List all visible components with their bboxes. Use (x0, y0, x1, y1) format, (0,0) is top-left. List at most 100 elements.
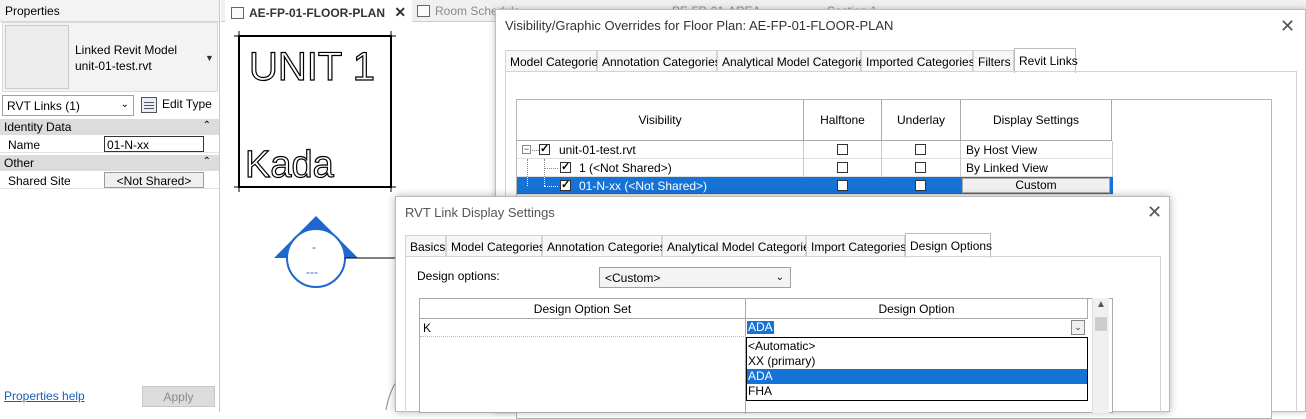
column-underlay[interactable]: Underlay (882, 100, 961, 141)
display-cell[interactable]: By Host View (961, 141, 1113, 159)
design-option-item[interactable]: FHA (747, 384, 1087, 399)
design-option-set-cell: K (420, 319, 746, 337)
vg-tab-strip: Model Categories Annotation Categories A… (505, 48, 1297, 73)
dialog-title: Visibility/Graphic Overrides for Floor P… (505, 18, 894, 33)
halftone-cell (804, 141, 882, 159)
design-option-item-selected[interactable]: ADA (747, 369, 1087, 384)
tree-line (544, 177, 545, 186)
tab-model-categories[interactable]: Model Categories (446, 235, 545, 257)
link-instance-name: 01-N-xx (<Not Shared>) (579, 179, 708, 193)
display-settings-custom-button[interactable]: Custom (962, 178, 1110, 193)
schedule-icon (417, 5, 430, 17)
edit-type-icon (141, 97, 157, 113)
property-label: Name (8, 138, 41, 152)
unit-label: UNIT 1 (249, 45, 375, 89)
marker-bottom-text: --- (306, 265, 318, 279)
tab-import-categories[interactable]: Import Categories (806, 235, 906, 257)
collapse-icon[interactable]: ⌃ (203, 156, 211, 167)
rvt-link-display-settings-dialog: RVT Link Display Settings ✕ Basics Model… (395, 196, 1170, 414)
empty-grid-area (420, 337, 746, 414)
tab-design-options[interactable]: Design Options (905, 233, 992, 258)
chevron-down-icon[interactable]: ⌄ (1071, 320, 1085, 335)
properties-palette: Properties Linked Revit Model unit-01-te… (0, 0, 220, 412)
tab-analytical-model-categories[interactable]: Analytical Model Categories (662, 235, 816, 257)
type-family-name: Linked Revit Model (75, 43, 178, 57)
name-field[interactable]: 01-N-xx (104, 136, 204, 152)
apply-button[interactable]: Apply (142, 386, 215, 407)
group-label: Identity Data (4, 120, 72, 134)
halftone-checkbox[interactable] (837, 180, 848, 191)
instance-filter-value: RVT Links (1) (7, 99, 80, 113)
underlay-cell (882, 141, 961, 159)
close-icon[interactable]: ✕ (394, 4, 406, 20)
underlay-checkbox[interactable] (915, 162, 926, 173)
group-label: Other (4, 156, 35, 170)
column-design-option[interactable]: Design Option (746, 299, 1088, 319)
design-option-list: <Automatic> XX (primary) ADA FHA (746, 337, 1088, 401)
properties-title: Properties (0, 0, 219, 22)
display-setting-value: By Linked View (966, 161, 1048, 175)
link-row[interactable]: − unit-01-test.rvt By Host View (517, 141, 1113, 159)
column-visibility[interactable]: Visibility (517, 100, 804, 141)
scroll-thumb[interactable] (1095, 317, 1107, 331)
design-options-value: <Custom> (605, 271, 661, 285)
scroll-up-icon[interactable]: ▲ (1096, 299, 1106, 310)
type-selector[interactable]: Linked Revit Model unit-01-test.rvt ▼ (2, 22, 218, 92)
shared-site-button[interactable]: <Not Shared> (104, 172, 204, 188)
tab-revit-links[interactable]: Revit Links (1014, 48, 1078, 73)
cell-divider (517, 141, 804, 159)
design-option-set-name: K (423, 321, 432, 335)
property-label: Shared Site (8, 174, 71, 188)
group-other[interactable]: Other ⌃ (0, 155, 219, 171)
design-option-dropdown[interactable]: ADA ⌄ (746, 319, 1088, 337)
tab-model-categories[interactable]: Model Categories (505, 50, 604, 72)
dropdown-arrow-icon[interactable]: ▼ (205, 53, 214, 63)
display-cell[interactable]: By Linked View (961, 159, 1113, 177)
underlay-checkbox[interactable] (915, 144, 926, 155)
grid-scrollbar[interactable]: ▲ (1092, 298, 1109, 413)
instance-filter-select[interactable]: RVT Links (1) ⌄ (2, 95, 134, 116)
tab-floor-plan[interactable]: AE-FP-01-FLOOR-PLAN ✕ (225, 0, 413, 22)
type-thumbnail (5, 25, 69, 89)
marker-top-text: - (312, 240, 316, 254)
column-display-settings[interactable]: Display Settings (961, 100, 1112, 141)
group-identity-data[interactable]: Identity Data ⌃ (0, 119, 219, 135)
tab-annotation-categories[interactable]: Annotation Categories (597, 50, 721, 72)
collapse-icon[interactable]: ⌃ (203, 120, 211, 131)
underlay-cell (882, 159, 961, 177)
design-option-value: ADA (747, 320, 774, 334)
underlay-cell (882, 177, 961, 195)
property-row-shared-site: Shared Site <Not Shared> (0, 172, 219, 189)
chevron-down-icon: ⌄ (775, 272, 784, 283)
underlay-checkbox[interactable] (915, 180, 926, 191)
tab-filters[interactable]: Filters (973, 50, 1014, 72)
design-options-select[interactable]: <Custom> ⌄ (599, 267, 791, 288)
halftone-cell (804, 159, 882, 177)
column-design-option-set[interactable]: Design Option Set (420, 299, 746, 319)
halftone-checkbox[interactable] (837, 144, 848, 155)
design-options-label: Design options: (417, 269, 500, 283)
floor-plan-icon (231, 7, 244, 19)
halftone-checkbox[interactable] (837, 162, 848, 173)
tab-annotation-categories[interactable]: Annotation Categories (542, 235, 666, 257)
tab-label: AE-FP-01-FLOOR-PLAN (249, 6, 385, 20)
tab-analytical-model-categories[interactable]: Analytical Model Categories (717, 50, 871, 72)
link-row-selected[interactable]: 01-N-xx (<Not Shared>) Custom (517, 177, 1113, 195)
column-halftone[interactable]: Halftone (804, 100, 882, 141)
link-row[interactable]: 1 (<Not Shared>) By Linked View (517, 159, 1113, 177)
cell-divider (517, 159, 804, 177)
chevron-down-icon: ⌄ (120, 99, 129, 110)
property-row-name: Name 01-N-xx (0, 136, 219, 153)
visibility-checkbox[interactable] (560, 178, 571, 191)
design-option-grid: Design Option Set Design Option K ADA ⌄ … (419, 298, 1113, 414)
room-name-label: Kada (245, 144, 335, 186)
tab-imported-categories[interactable]: Imported Categories (861, 50, 975, 72)
close-icon[interactable]: ✕ (1280, 17, 1295, 35)
properties-help-link[interactable]: Properties help (4, 389, 85, 403)
type-name: Linked Revit Model unit-01-test.rvt (75, 42, 177, 74)
design-option-item[interactable]: XX (primary) (747, 354, 1087, 369)
close-icon[interactable]: ✕ (1147, 203, 1162, 221)
tree-line (544, 186, 558, 187)
tab-basics[interactable]: Basics (405, 235, 446, 257)
design-option-item[interactable]: <Automatic> (747, 339, 1087, 354)
